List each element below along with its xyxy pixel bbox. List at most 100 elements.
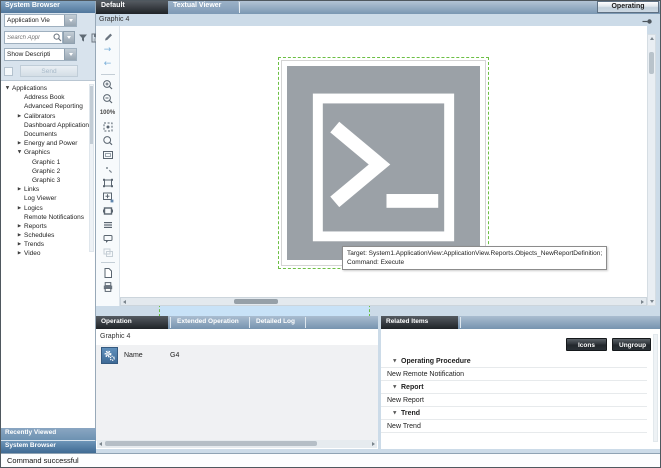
filter-icon[interactable] xyxy=(78,33,88,43)
related-item-new-remote-notification[interactable]: New Remote Notification xyxy=(381,368,647,381)
view-selector[interactable]: Application Vie xyxy=(4,14,77,27)
zoom-level-label[interactable]: 100% xyxy=(100,106,116,119)
related-items-scrollbar[interactable] xyxy=(653,334,658,442)
expand-icon[interactable]: ▶ xyxy=(15,141,24,146)
system-browser-bar[interactable]: System Browser xyxy=(1,441,96,453)
tree-item-remote-notifications[interactable]: Remote Notifications xyxy=(1,213,87,222)
expand-icon[interactable]: ▶ xyxy=(15,233,24,238)
tree-item-trends[interactable]: ▶Trends xyxy=(1,240,87,249)
tree-item-links[interactable]: ▶Links xyxy=(1,185,87,194)
tree-scrollbar[interactable] xyxy=(89,84,94,252)
edit-icon[interactable] xyxy=(100,30,116,43)
zoom-in-icon[interactable] xyxy=(100,78,116,91)
expand-icon[interactable]: ▶ xyxy=(15,242,24,247)
pin-icon[interactable] xyxy=(642,18,653,26)
tab-related-items[interactable]: Related Items xyxy=(381,316,458,329)
system-browser-header[interactable]: System Browser xyxy=(1,1,95,13)
search-dropdown-button[interactable] xyxy=(63,31,75,44)
collapse-icon[interactable]: ▼ xyxy=(393,359,401,364)
operation-scrollbar[interactable] xyxy=(97,440,377,448)
layers-icon[interactable] xyxy=(100,218,116,231)
ungroup-button[interactable]: Ungroup xyxy=(612,338,651,351)
new-page-icon[interactable] xyxy=(100,266,116,279)
forward-icon[interactable]: → xyxy=(100,44,116,57)
reset-view-icon[interactable] xyxy=(100,204,116,217)
tree-item-log-viewer[interactable]: Log Viewer xyxy=(1,194,87,203)
canvas-vertical-scrollbar[interactable] xyxy=(647,34,656,306)
related-item-new-report[interactable]: New Report xyxy=(381,394,647,407)
scroll-left-icon[interactable] xyxy=(123,300,126,304)
search-box[interactable] xyxy=(4,31,63,44)
related-item-new-trend[interactable]: New Trend xyxy=(381,420,647,433)
search-input[interactable] xyxy=(5,35,53,41)
tree-item-logics[interactable]: ▶Logics xyxy=(1,203,87,212)
group-trend[interactable]: ▼Trend xyxy=(381,407,647,420)
send-checkbox[interactable] xyxy=(4,67,13,76)
tree-item-graphic-1[interactable]: Graphic 1 xyxy=(1,158,87,167)
tree-item-address-book[interactable]: Address Book xyxy=(1,93,87,102)
tooltip-command-line: Command: Execute xyxy=(347,258,602,267)
tree-scrollbar-thumb[interactable] xyxy=(90,86,93,144)
recently-viewed-bar[interactable]: Recently Viewed xyxy=(1,428,96,440)
collapse-icon[interactable]: ▼ xyxy=(393,385,401,390)
back-icon[interactable]: ← xyxy=(100,58,116,71)
search-icon xyxy=(53,33,62,42)
chevron-down-icon[interactable] xyxy=(64,49,76,60)
canvas-horizontal-scrollbar[interactable] xyxy=(120,297,647,306)
status-bar: Command successful xyxy=(1,453,660,467)
tree-item-calibrators[interactable]: ▶Calibrators xyxy=(1,112,87,121)
zoom-selection-icon[interactable] xyxy=(100,162,116,175)
center-view-icon[interactable] xyxy=(100,120,116,133)
scroll-right-icon[interactable] xyxy=(641,300,644,304)
expand-icon[interactable]: ▶ xyxy=(15,114,24,119)
expand-icon[interactable]: ▶ xyxy=(15,187,24,192)
scroll-down-icon[interactable] xyxy=(650,300,654,303)
scroll-up-icon[interactable] xyxy=(650,37,654,40)
tab-textual-viewer[interactable]: Textual Viewer xyxy=(168,1,238,14)
collapse-icon[interactable]: ▼ xyxy=(3,86,12,91)
gears-icon[interactable] xyxy=(101,347,118,364)
horizontal-scroll-thumb[interactable] xyxy=(234,299,278,304)
tab-extended-operation[interactable]: Extended Operation xyxy=(172,316,248,329)
tree-item-graphic-3[interactable]: Graphic 3 xyxy=(1,176,87,185)
property-row[interactable]: Name G4 xyxy=(96,345,378,366)
fit-view-icon[interactable] xyxy=(100,176,116,189)
print-icon[interactable] xyxy=(100,280,116,293)
selected-graphic[interactable] xyxy=(278,57,489,269)
expand-icon[interactable]: ▶ xyxy=(15,251,24,256)
tree-item-documents[interactable]: Documents xyxy=(1,130,87,139)
tree-item-applications[interactable]: ▼Applications xyxy=(1,84,87,93)
search-tool-icon[interactable] xyxy=(100,134,116,147)
tab-operation[interactable]: Operation xyxy=(96,316,168,329)
group-operating-procedure[interactable]: ▼Operating Procedure xyxy=(381,355,647,368)
zoom-area-icon[interactable] xyxy=(100,190,116,203)
collapse-icon[interactable]: ▼ xyxy=(393,411,401,416)
chevron-down-icon[interactable] xyxy=(64,15,76,26)
vertical-scroll-thumb[interactable] xyxy=(649,52,654,74)
zoom-out-icon[interactable] xyxy=(100,92,116,105)
terminal-icon[interactable] xyxy=(287,66,480,260)
tab-detailed-log[interactable]: Detailed Log xyxy=(251,316,303,329)
view-selector-value: Application Vie xyxy=(5,17,64,24)
icons-button[interactable]: Icons xyxy=(566,338,607,351)
tree-item-graphics[interactable]: ▼Graphics xyxy=(1,148,87,157)
operating-mode-button[interactable]: Operating xyxy=(597,1,659,13)
tree-item-dashboard-application[interactable]: Dashboard Application xyxy=(1,121,87,130)
collapse-icon[interactable]: ▼ xyxy=(15,150,24,155)
graphics-canvas[interactable]: Target: System1.ApplicationView:Applicat… xyxy=(120,26,647,297)
tree-item-reports[interactable]: ▶Reports xyxy=(1,222,87,231)
expand-icon[interactable]: ▶ xyxy=(15,206,24,211)
tab-default[interactable]: Default xyxy=(96,1,168,14)
description-selector[interactable]: Show Descripti xyxy=(4,48,77,61)
expand-icon[interactable]: ▶ xyxy=(15,224,24,229)
operation-scroll-thumb[interactable] xyxy=(105,441,317,446)
group-report[interactable]: ▼Report xyxy=(381,381,647,394)
tree-item-graphic-2[interactable]: Graphic 2 xyxy=(1,167,87,176)
tree-item-video[interactable]: ▶Video xyxy=(1,249,87,258)
send-button[interactable]: Send xyxy=(20,65,78,77)
tree-item-energy-and-power[interactable]: ▶Energy and Power xyxy=(1,139,87,148)
comment-icon[interactable] xyxy=(100,232,116,245)
tree-item-advanced-reporting[interactable]: Advanced Reporting xyxy=(1,102,87,111)
tree-item-schedules[interactable]: ▶Schedules xyxy=(1,231,87,240)
viewport-icon[interactable] xyxy=(100,148,116,161)
